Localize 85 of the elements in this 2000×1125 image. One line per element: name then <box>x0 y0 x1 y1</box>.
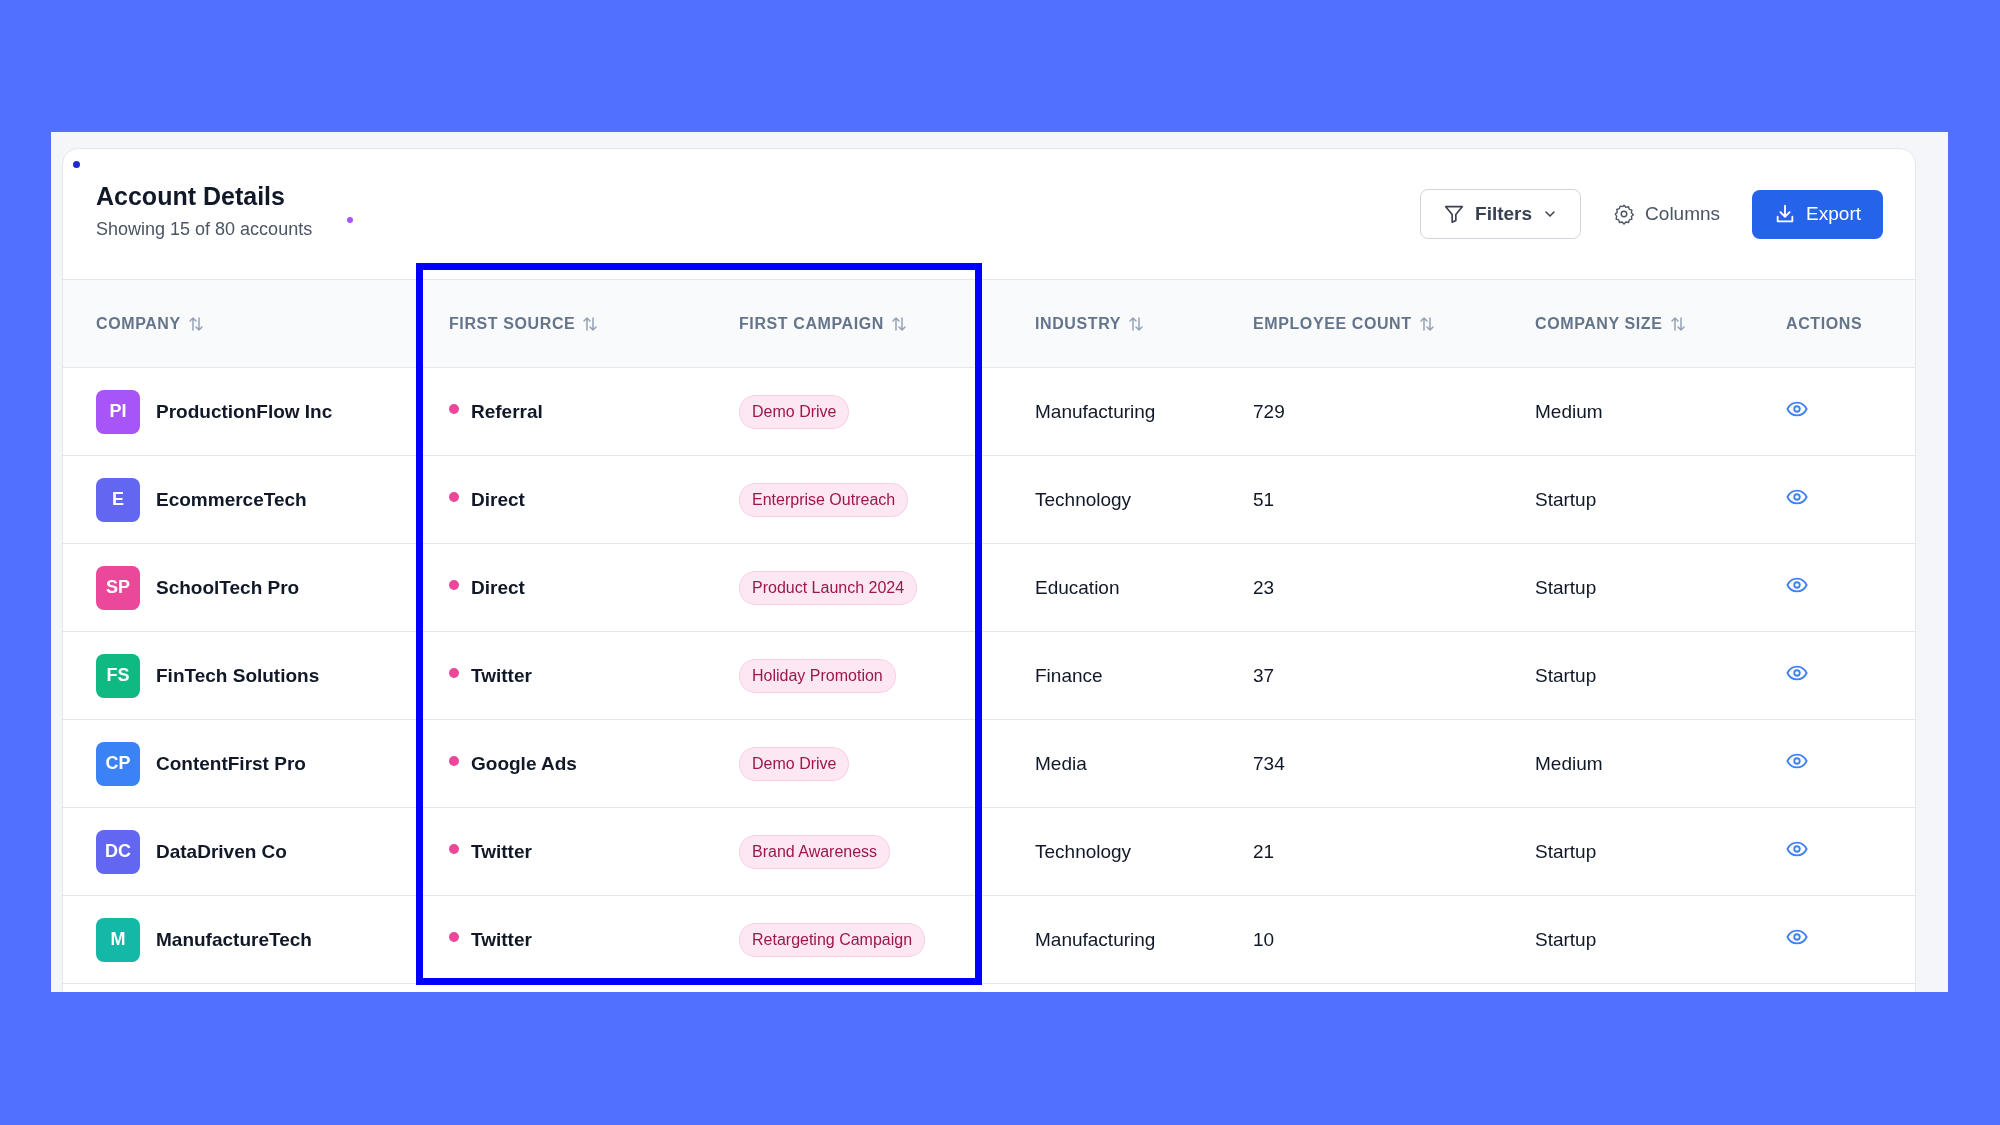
status-dot <box>449 755 459 766</box>
avatar: FS <box>96 653 140 698</box>
sort-icon[interactable] <box>581 314 600 333</box>
column-header[interactable]: FIRST SOURCE <box>449 314 576 333</box>
source-name: Direct <box>471 488 525 511</box>
view-icon[interactable] <box>1786 839 1808 858</box>
column-header: ACTIONS <box>1786 314 1863 333</box>
employee-count: 51 <box>1253 488 1275 511</box>
avatar: CP <box>96 741 140 786</box>
columns-button[interactable]: Columns <box>1599 189 1735 239</box>
source-name: Google Ads <box>471 752 577 775</box>
employee-count: 21 <box>1253 840 1275 863</box>
page-title: Account Details <box>96 182 286 211</box>
settings-icon <box>1613 203 1636 225</box>
column-header[interactable]: INDUSTRY <box>1035 314 1121 333</box>
view-icon[interactable] <box>1786 751 1808 770</box>
industry-text: Technology <box>1035 840 1132 863</box>
industry-text: Manufacturing <box>1035 400 1156 423</box>
employee-count: 734 <box>1253 752 1285 775</box>
sort-icon[interactable] <box>890 314 908 333</box>
filters-button[interactable]: Filters <box>1420 189 1582 239</box>
campaign-tag: Brand Awareness <box>739 834 891 869</box>
employee-count: 729 <box>1253 400 1285 423</box>
campaign-tag: Retargeting Campaign <box>739 922 926 957</box>
campaign-tag: Product Launch 2024 <box>739 570 918 605</box>
column-header[interactable]: EMPLOYEE COUNT <box>1253 314 1412 333</box>
dot-marker <box>347 217 353 223</box>
company-name: ManufactureTech <box>156 928 312 951</box>
industry-text: Finance <box>1035 664 1103 687</box>
source-name: Referral <box>471 400 543 423</box>
sort-icon[interactable] <box>1417 314 1436 333</box>
company-size: Startup <box>1535 576 1597 599</box>
industry-text: Media <box>1035 752 1087 775</box>
column-header[interactable]: FIRST CAMPAIGN <box>739 314 884 333</box>
employee-count: 10 <box>1253 928 1275 951</box>
status-dot <box>449 667 459 678</box>
employee-count: 37 <box>1253 664 1275 687</box>
company-name: EcommerceTech <box>156 488 307 511</box>
campaign-tag: Holiday Promotion <box>739 658 896 693</box>
company-name: ProductionFlow Inc <box>156 400 333 423</box>
company-name: DataDriven Co <box>156 840 287 863</box>
company-size: Medium <box>1535 400 1603 423</box>
status-dot <box>449 843 459 854</box>
column-header[interactable]: COMPANY <box>96 314 181 333</box>
company-name: ContentFirst Pro <box>156 752 306 775</box>
sort-icon[interactable] <box>186 314 205 333</box>
company-size: Medium <box>1535 752 1603 775</box>
source-name: Direct <box>471 576 525 599</box>
source-name: Twitter <box>471 664 532 687</box>
avatar: SP <box>96 565 140 610</box>
avatar: PI <box>96 389 140 434</box>
campaign-tag: Demo Drive <box>739 746 850 781</box>
avatar: E <box>96 477 140 522</box>
industry-text: Manufacturing <box>1035 928 1156 951</box>
view-icon[interactable] <box>1786 487 1808 506</box>
sort-icon[interactable] <box>1668 314 1687 333</box>
company-name: SchoolTech Pro <box>156 576 300 599</box>
company-size: Startup <box>1535 928 1597 951</box>
campaign-tag: Enterprise Outreach <box>739 482 909 517</box>
avatar: DC <box>96 829 140 874</box>
view-icon[interactable] <box>1786 399 1808 418</box>
industry-text: Technology <box>1035 488 1132 511</box>
dot-marker <box>73 161 80 168</box>
status-dot <box>449 579 459 590</box>
company-size: Startup <box>1535 664 1597 687</box>
record-count: Showing 15 of 80 accounts <box>96 219 313 240</box>
employee-count: 23 <box>1253 576 1275 599</box>
campaign-tag: Demo Drive <box>739 394 850 429</box>
industry-text: Education <box>1035 576 1120 599</box>
view-icon[interactable] <box>1786 575 1808 594</box>
filter-icon <box>1443 203 1466 225</box>
avatar: M <box>96 917 140 962</box>
company-name: FinTech Solutions <box>156 664 320 687</box>
export-button[interactable]: Export <box>1752 189 1883 239</box>
source-name: Twitter <box>471 928 532 951</box>
status-dot <box>449 491 459 502</box>
view-icon[interactable] <box>1786 663 1808 682</box>
source-name: Twitter <box>471 840 532 863</box>
company-size: Startup <box>1535 488 1597 511</box>
status-dot <box>449 403 459 414</box>
column-header[interactable]: COMPANY SIZE <box>1535 314 1663 333</box>
sort-icon[interactable] <box>1127 314 1145 333</box>
status-dot <box>449 931 459 942</box>
view-icon[interactable] <box>1786 927 1808 946</box>
company-size: Startup <box>1535 840 1597 863</box>
